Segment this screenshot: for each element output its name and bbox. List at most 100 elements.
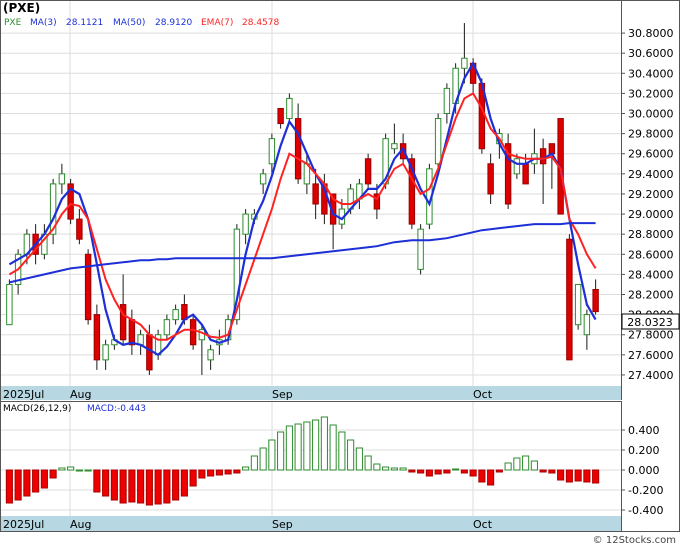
macd-bar-positive — [390, 467, 398, 471]
macd-bar-positive — [347, 439, 355, 471]
candle-up — [163, 319, 171, 336]
legend-ma50-label: MA(50) — [113, 18, 145, 28]
price-tick-label: 30.4000 — [628, 67, 674, 80]
macd-bar-positive — [285, 425, 293, 471]
macd-bar-positive — [530, 460, 538, 471]
macd-bar-positive — [294, 423, 302, 471]
x-axis-label: Sep — [272, 388, 293, 401]
price-panel-border — [0, 0, 622, 400]
candle-down — [522, 163, 529, 185]
candle-down — [294, 118, 302, 180]
candle-down — [76, 218, 83, 240]
x-axis-band-bottom — [1, 516, 621, 531]
candle-up — [286, 97, 293, 120]
macd-bar-negative — [565, 469, 573, 483]
candle-up — [574, 283, 582, 326]
macd-bar-negative — [539, 469, 547, 473]
macd-bar-positive — [312, 419, 320, 471]
candle-up — [102, 344, 109, 361]
x-axis-label: Oct — [473, 388, 493, 401]
macd-bar-positive — [355, 447, 363, 471]
candle-up — [268, 138, 276, 165]
macd-tick-label: -0.400 — [628, 504, 663, 517]
macd-bar-negative — [23, 469, 31, 497]
macd-bar-negative — [574, 469, 582, 482]
candle-down — [93, 314, 101, 361]
macd-bar-negative — [592, 469, 600, 484]
macd-bar-negative — [110, 469, 118, 501]
macd-bar-positive — [513, 457, 521, 471]
macd-bar-negative — [408, 469, 416, 473]
price-tick-label: 29.0000 — [628, 208, 674, 221]
candle-down — [548, 143, 556, 155]
macd-bar-positive — [320, 416, 328, 471]
price-tick-label: 27.6000 — [628, 349, 674, 362]
candle-up — [391, 143, 398, 150]
candle-up — [242, 213, 249, 235]
macd-x-axis-label: Aug — [70, 518, 91, 531]
candle-up — [583, 314, 591, 336]
candle-down — [84, 253, 92, 321]
candle-up — [58, 173, 66, 185]
price-tick-label: 30.0000 — [628, 108, 674, 121]
macd-bar-positive — [277, 431, 285, 471]
macd-title: MACD(26,12,9) — [3, 404, 71, 414]
macd-bar-positive — [242, 466, 250, 471]
macd-bar-positive — [452, 468, 460, 471]
candle-down — [539, 148, 547, 165]
macd-bar-positive — [84, 469, 92, 472]
macd-bar-negative — [32, 469, 40, 493]
candle-down — [189, 319, 197, 346]
macd-bar-negative — [198, 469, 206, 479]
macd-bar-positive — [373, 463, 381, 471]
macd-x-axis-label: 2025Jul — [3, 518, 44, 531]
macd-bar-negative — [469, 469, 477, 477]
macd-bar-positive — [58, 467, 66, 471]
legend-ma50-value: 28.9120 — [155, 18, 192, 28]
chart-svg: 30.8000 30.6000 30.4000 30.2000 30.0000 29.80… — [0, 0, 680, 546]
candle-up — [513, 158, 521, 175]
macd-bar-positive — [268, 439, 276, 471]
macd-tick-label: 0.000 — [628, 464, 660, 477]
macd-bar-negative — [137, 469, 145, 504]
macd-bar-positive — [303, 421, 311, 471]
macd-bar-negative — [5, 469, 13, 504]
candle-down — [487, 163, 494, 195]
price-tick-label: 29.4000 — [628, 168, 674, 181]
price-tick-label: 27.4000 — [628, 369, 674, 382]
legend-ma3-value: 28.1121 — [66, 18, 103, 28]
macd-bar-positive — [259, 447, 267, 471]
macd-bar-positive — [399, 467, 407, 471]
macd-bar-positive — [250, 455, 258, 471]
x-axis-band-top — [1, 386, 621, 400]
macd-bar-negative — [102, 469, 110, 497]
macd-bar-negative — [434, 469, 442, 475]
candle-up — [417, 228, 424, 270]
legend-symbol: PXE — [4, 18, 22, 28]
macd-bar-positive — [338, 431, 346, 471]
macd-bar-negative — [460, 469, 468, 474]
macd-bar-negative — [49, 469, 57, 479]
macd-bar-positive — [504, 462, 512, 471]
chart-title: (PXE) — [3, 1, 40, 15]
macd-bar-negative — [583, 469, 591, 483]
candle-up — [6, 283, 13, 326]
candle-down — [592, 288, 599, 313]
macd-x-axis-label: Oct — [473, 518, 493, 531]
macd-bar-negative — [495, 469, 503, 473]
macd-bar-negative — [40, 469, 48, 489]
price-tick-label: 28.8000 — [628, 228, 674, 241]
macd-bar-negative — [233, 469, 241, 474]
candle-up — [461, 57, 468, 69]
macd-bar-negative — [93, 469, 101, 493]
macd-bar-negative — [425, 469, 433, 477]
x-axis-label: 2025Jul — [3, 388, 44, 401]
macd-bar-negative — [14, 469, 22, 501]
candle-up — [259, 173, 267, 185]
candle-down — [566, 238, 573, 361]
stock-chart-panel: 30.8000 30.6000 30.4000 30.2000 30.0000 29.80… — [0, 0, 680, 546]
legend-ema7-label: EMA(7) — [201, 18, 233, 28]
candle-up — [434, 118, 442, 165]
candle-up — [443, 87, 451, 115]
price-tick-label: 27.8000 — [628, 329, 674, 342]
